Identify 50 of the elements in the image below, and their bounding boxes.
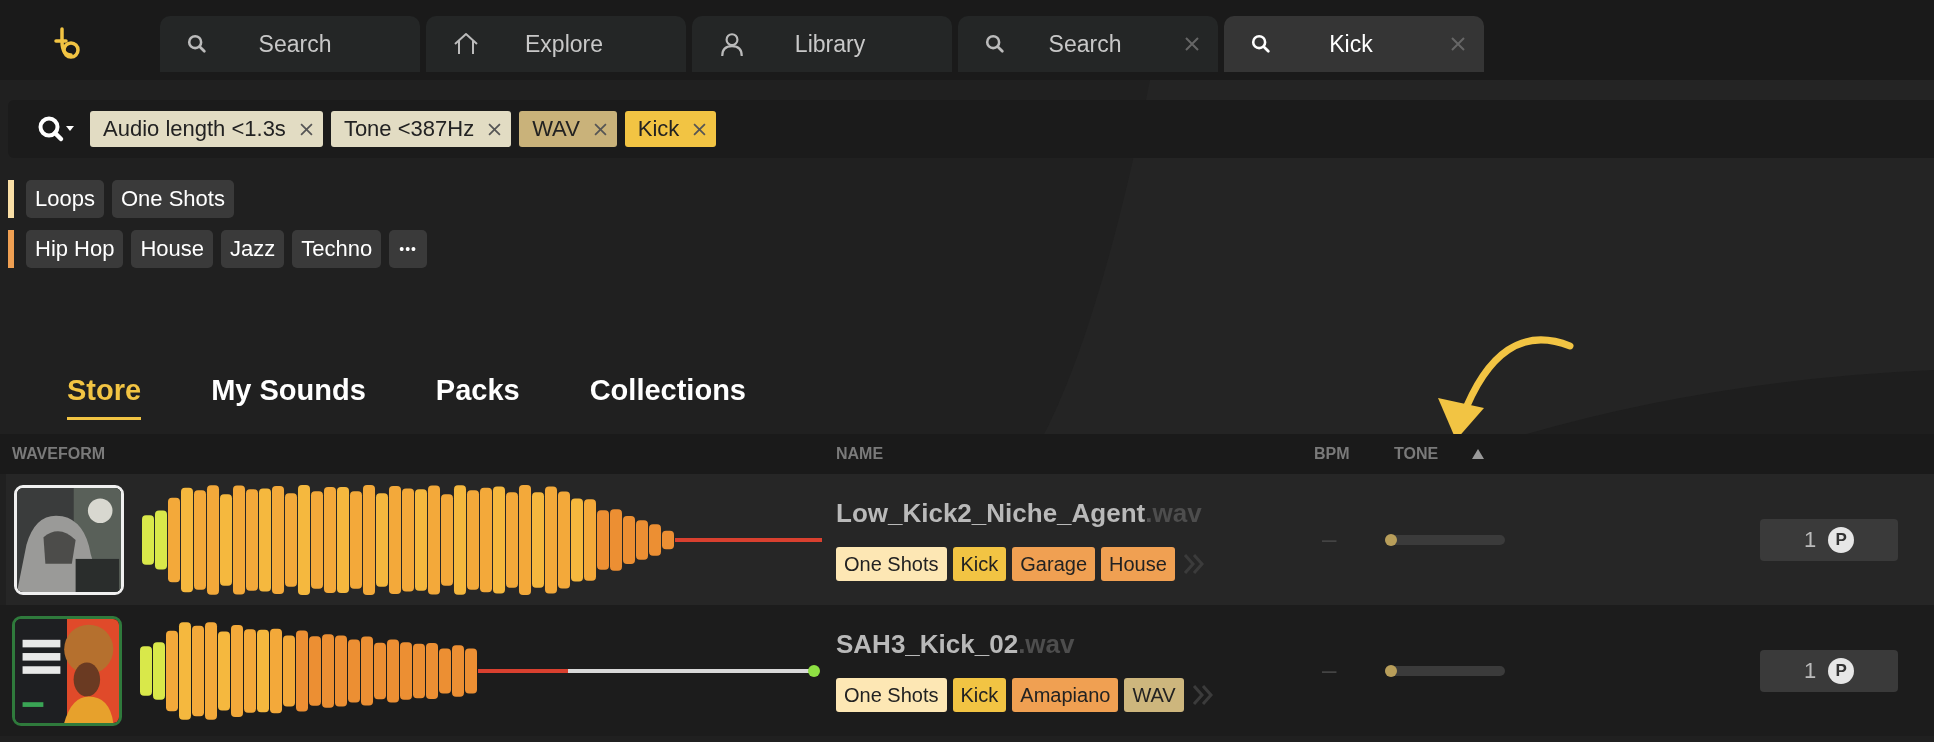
filter-chip[interactable]: Audio length <1.3s [90, 111, 323, 147]
column-header[interactable]: WAVEFORM [0, 445, 836, 463]
remove-icon[interactable] [488, 122, 502, 136]
search-icon [186, 33, 208, 55]
sound-tag[interactable]: One Shots [836, 678, 947, 712]
filter-chip[interactable]: WAV [519, 111, 617, 147]
sound-tag[interactable]: WAV [1124, 678, 1184, 712]
bpm-value: – [1322, 655, 1337, 686]
category-tag[interactable]: Loops [26, 180, 104, 218]
more-button[interactable]: ••• [389, 230, 427, 268]
remove-icon[interactable] [299, 122, 313, 136]
browser-tab[interactable]: Search [958, 16, 1218, 72]
bpm-value: – [1322, 524, 1337, 555]
browser-tab[interactable]: Search [160, 16, 420, 72]
section-tab[interactable]: My Sounds [211, 374, 366, 420]
filter-chip[interactable]: Kick [624, 111, 717, 147]
user-icon [718, 31, 746, 57]
category-tag[interactable]: Jazz [221, 230, 285, 268]
browser-tab[interactable]: Kick [1224, 16, 1484, 72]
price-button[interactable]: 1 P [1760, 518, 1898, 561]
section-tab[interactable]: Packs [435, 374, 520, 420]
sort-arrow-icon[interactable] [1472, 449, 1485, 459]
section-tab[interactable]: Store [67, 374, 142, 420]
sound-tag[interactable]: Garage [1012, 547, 1096, 581]
column-header[interactable]: BPM [1302, 445, 1382, 463]
column-header[interactable]: NAME [836, 445, 1302, 463]
home-icon [452, 31, 480, 57]
browser-tab[interactable]: Library [692, 16, 952, 72]
category-tag[interactable]: One Shots [111, 180, 234, 218]
section-tab[interactable]: Collections [589, 374, 746, 420]
close-icon[interactable] [1184, 36, 1200, 52]
search-icon [1250, 33, 1272, 55]
sound-tag[interactable]: Kick [952, 547, 1007, 581]
category-tag[interactable]: Hip Hop [26, 230, 124, 268]
sound-tag[interactable]: One Shots [836, 547, 947, 581]
sound-tag[interactable]: House [1101, 547, 1175, 581]
search-icon [984, 33, 1006, 55]
file-name[interactable]: Low_Kick2_Niche_Agent.wav [836, 498, 1302, 529]
category-tag[interactable]: House [131, 230, 214, 268]
sound-tag[interactable]: Kick [952, 678, 1007, 712]
sound-tag[interactable]: Amapiano [1012, 678, 1119, 712]
column-header[interactable]: TONE [1394, 445, 1439, 463]
category-tag[interactable]: Techno [292, 230, 382, 268]
filter-chip[interactable]: Tone <387Hz [330, 111, 512, 147]
remove-icon[interactable] [693, 122, 707, 136]
browser-tab[interactable]: Explore [426, 16, 686, 72]
remove-icon[interactable] [593, 122, 607, 136]
sound-row[interactable]: Low_Kick2_Niche_Agent.wav One Shots Kick Garage House – 1 P [6, 474, 1934, 605]
price-button[interactable]: 1 P [1760, 649, 1898, 692]
logo-icon[interactable] [52, 27, 82, 61]
